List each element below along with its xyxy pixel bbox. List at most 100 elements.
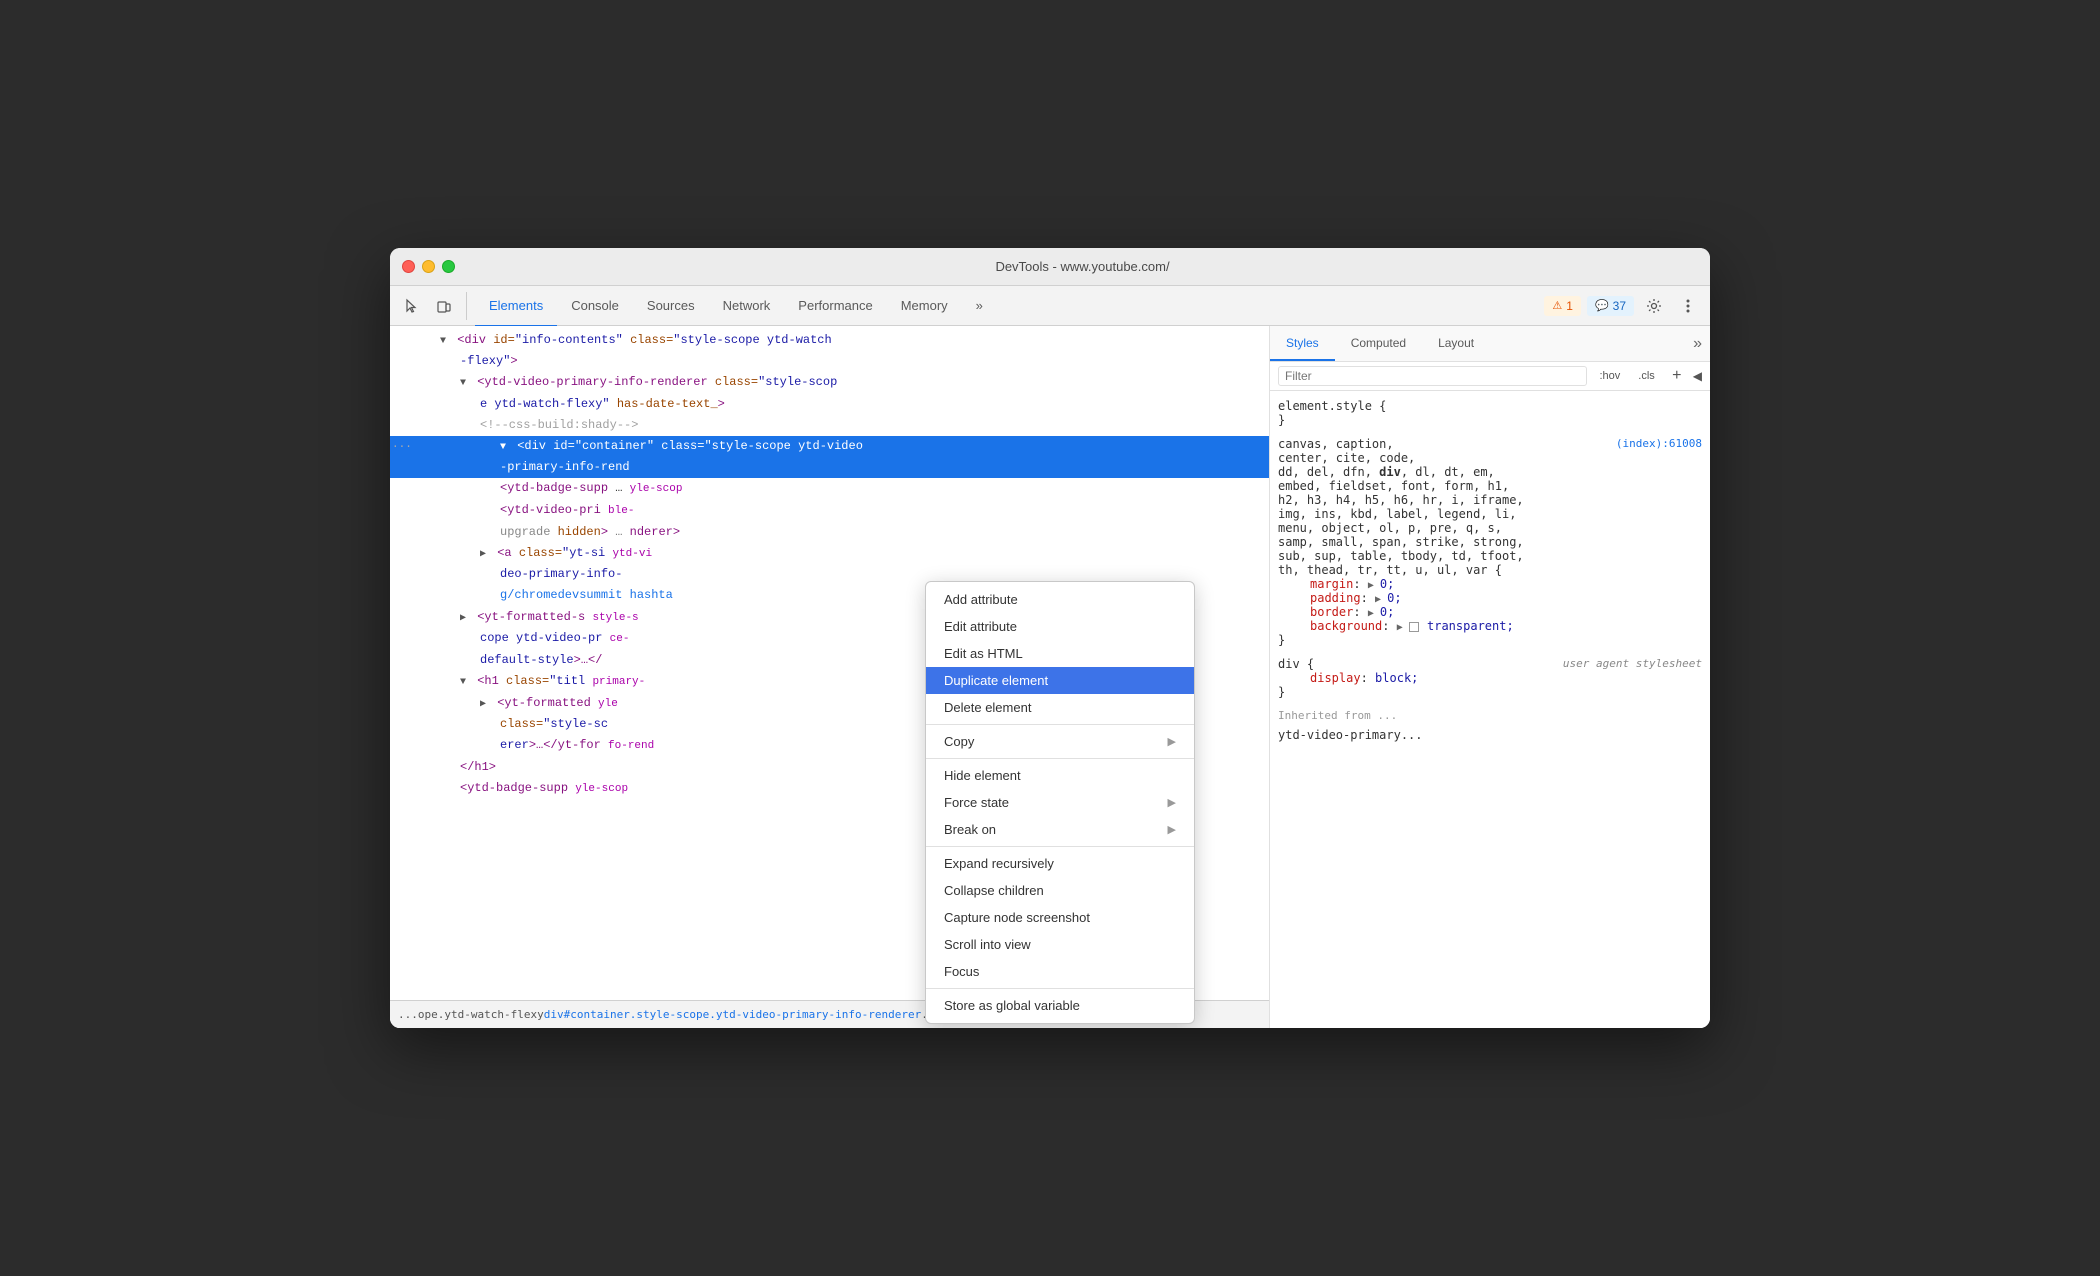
html-line[interactable]: ▼ <ytd-video-primary-info-renderer class… (390, 372, 1269, 393)
context-menu: Add attribute Edit attribute Edit as HTM… (925, 581, 1195, 1024)
style-property-padding: padding: ▶ 0; (1278, 591, 1702, 605)
style-close: } (1278, 633, 1702, 647)
devtools-window: DevTools - www.youtube.com/ (390, 248, 1710, 1028)
device-toggle-icon[interactable] (430, 292, 458, 320)
tab-elements[interactable]: Elements (475, 286, 557, 327)
html-line[interactable]: e ytd-watch-flexy" has-date-text_> (390, 394, 1269, 415)
style-close: } (1278, 413, 1702, 427)
style-property-margin: margin: ▶ 0; (1278, 577, 1702, 591)
html-line[interactable]: <ytd-badge-supp … yle-scop (390, 478, 1269, 500)
navigate-styles-button[interactable]: ◀ (1693, 369, 1702, 383)
ctx-delete-element[interactable]: Delete element (926, 694, 1194, 721)
style-selectors: canvas, caption, (index):61008 (1278, 437, 1702, 451)
filter-cls-button[interactable]: .cls (1632, 368, 1661, 384)
style-property-border: border: ▶ 0; (1278, 605, 1702, 619)
maximize-button[interactable] (442, 260, 455, 273)
ctx-duplicate-element[interactable]: Duplicate element (926, 667, 1194, 694)
ua-stylesheet-comment: user agent stylesheet (1563, 657, 1702, 670)
tab-network[interactable]: Network (709, 286, 785, 327)
tab-console[interactable]: Console (557, 286, 633, 327)
styles-tab-computed[interactable]: Computed (1335, 326, 1422, 361)
style-selector: element.style { (1278, 399, 1702, 413)
triangle-icon: ▼ (460, 675, 470, 691)
ctx-hide-element[interactable]: Hide element (926, 762, 1194, 789)
dots-marker: ... (392, 437, 412, 455)
warning-badge[interactable]: ⚠ 1 (1544, 296, 1581, 316)
ctx-separator-4 (926, 988, 1194, 989)
inherited-from-sub[interactable]: ytd-video-primary... (1278, 728, 1702, 742)
html-line[interactable]: ▶ <a class="yt-si ytd-vi (390, 543, 1269, 565)
html-line[interactable]: ▼ <div id="info-contents" class="style-s… (390, 330, 1269, 351)
styles-tab-layout[interactable]: Layout (1422, 326, 1490, 361)
traffic-lights (402, 260, 455, 273)
info-badge[interactable]: 💬 37 (1587, 296, 1634, 316)
styles-tab-styles[interactable]: Styles (1270, 326, 1335, 361)
style-selector-line: sub, sup, table, tbody, td, tfoot, (1278, 549, 1702, 563)
triangle-icon: ▼ (440, 334, 450, 350)
ctx-collapse-children[interactable]: Collapse children (926, 877, 1194, 904)
window-title: DevTools - www.youtube.com/ (467, 259, 1698, 274)
style-selector-line: h2, h3, h4, h5, h6, hr, i, iframe, (1278, 493, 1702, 507)
status-crumb-dots: ... (398, 1008, 418, 1021)
cursor-icon[interactable] (398, 292, 426, 320)
ctx-arrow-icon: ▶ (1168, 823, 1176, 836)
html-line[interactable]: upgrade hidden> … nderer> (390, 522, 1269, 543)
ctx-break-on[interactable]: Break on ▶ (926, 816, 1194, 843)
add-style-rule-button[interactable]: + (1667, 367, 1687, 385)
ctx-add-attribute[interactable]: Add attribute (926, 586, 1194, 613)
filter-input[interactable] (1278, 366, 1587, 386)
status-crumb-flexy[interactable]: ope.ytd-watch-flexy (418, 1008, 544, 1021)
styles-content[interactable]: element.style { } canvas, caption, (inde… (1270, 391, 1710, 1028)
styles-filter-bar: :hov .cls + ◀ (1270, 362, 1710, 391)
html-line-selected[interactable]: -primary-info-rend (390, 457, 1269, 478)
style-selector-line: menu, object, ol, p, pre, q, s, (1278, 521, 1702, 535)
html-line[interactable]: <!--css-build:shady--> (390, 415, 1269, 436)
settings-icon[interactable] (1640, 292, 1668, 320)
ctx-edit-html[interactable]: Edit as HTML (926, 640, 1194, 667)
style-selector-line: embed, fieldset, font, form, h1, (1278, 479, 1702, 493)
status-crumb-container[interactable]: div#container.style-scope.ytd-video-prim… (544, 1008, 922, 1021)
tab-performance[interactable]: Performance (784, 286, 886, 327)
styles-more-button[interactable]: » (1685, 326, 1710, 361)
tab-sources[interactable]: Sources (633, 286, 709, 327)
style-property-display: display: block; (1278, 671, 1702, 685)
tab-more[interactable]: » (962, 286, 997, 327)
more-options-icon[interactable] (1674, 292, 1702, 320)
triangle-icon: ▼ (500, 440, 510, 456)
ctx-edit-attribute[interactable]: Edit attribute (926, 613, 1194, 640)
ctx-copy[interactable]: Copy ▶ (926, 728, 1194, 755)
ctx-arrow-icon: ▶ (1168, 735, 1176, 748)
ctx-store-global[interactable]: Store as global variable (926, 992, 1194, 1019)
minimize-button[interactable] (422, 260, 435, 273)
html-line[interactable]: <ytd-video-pri ble- (390, 500, 1269, 522)
filter-hov-button[interactable]: :hov (1593, 368, 1626, 384)
warning-icon: ⚠ (1552, 299, 1562, 312)
color-swatch (1409, 622, 1419, 632)
ctx-expand-recursively[interactable]: Expand recursively (926, 850, 1194, 877)
style-selector-line: dd, del, dfn, div, dl, dt, em, (1278, 465, 1702, 479)
style-selector-row: div { user agent stylesheet (1278, 657, 1702, 671)
devtools-container: Elements Console Sources Network Perform… (390, 286, 1710, 1028)
ctx-scroll-into-view[interactable]: Scroll into view (926, 931, 1194, 958)
style-rule-div-ua: div { user agent stylesheet display: blo… (1278, 657, 1702, 699)
ctx-force-state[interactable]: Force state ▶ (926, 789, 1194, 816)
style-property-background: background: ▶ transparent; (1278, 619, 1702, 633)
close-button[interactable] (402, 260, 415, 273)
ctx-focus[interactable]: Focus (926, 958, 1194, 985)
html-line-selected[interactable]: ... ▼ <div id="container" class="style-s… (390, 436, 1269, 457)
html-line[interactable]: -flexy"> (390, 351, 1269, 372)
triangle-icon: ▶ (480, 547, 490, 563)
toolbar-tabs: Elements Console Sources Network Perform… (475, 286, 1544, 326)
ctx-capture-screenshot[interactable]: Capture node screenshot (926, 904, 1194, 931)
toolbar: Elements Console Sources Network Perform… (390, 286, 1710, 326)
tab-memory[interactable]: Memory (887, 286, 962, 327)
triangle-icon: ▶ (480, 697, 490, 713)
elements-panel: ▼ <div id="info-contents" class="style-s… (390, 326, 1270, 1028)
ctx-arrow-icon: ▶ (1168, 796, 1176, 809)
style-selector-line: th, thead, tr, tt, u, ul, var { (1278, 563, 1702, 577)
style-source[interactable]: (index):61008 (1616, 437, 1702, 450)
ctx-separator-3 (926, 846, 1194, 847)
title-bar: DevTools - www.youtube.com/ (390, 248, 1710, 286)
style-selector-line: img, ins, kbd, label, legend, li, (1278, 507, 1702, 521)
info-icon: 💬 (1595, 299, 1609, 312)
